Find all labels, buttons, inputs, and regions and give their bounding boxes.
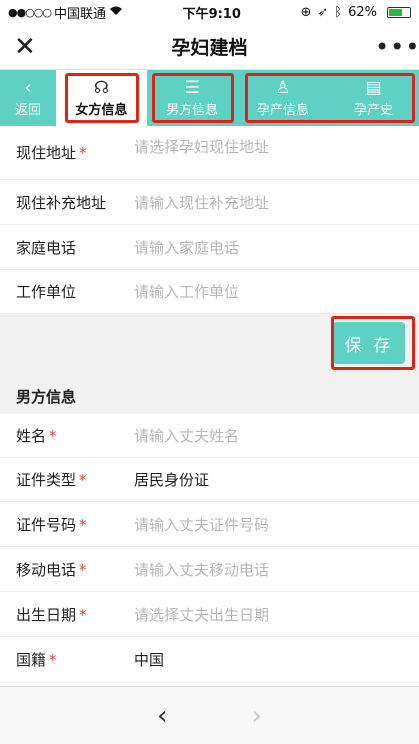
field-nationality[interactable]: 国籍 * 中国 (0, 637, 419, 683)
status-time: 下午9:10 (182, 6, 241, 22)
location-icon: ➶ (317, 4, 329, 20)
tab-label: 女方信息 (75, 102, 128, 118)
field-placeholder: 请输入丈夫移动电话 (134, 560, 270, 579)
field-id-type[interactable]: 证件类型 * 居民身份证 (0, 458, 419, 502)
field-placeholder: 请输入丈夫证件号码 (134, 515, 270, 534)
chevron-left-icon[interactable]: ‹ (157, 701, 167, 731)
tab-pregnancy-history[interactable]: ▤ 孕产史 (328, 70, 419, 126)
tab-label: 男方信息 (166, 102, 219, 118)
field-value: 中国 (134, 651, 165, 669)
field-label: 出生日期 * (16, 605, 87, 624)
tab-bar: ‹ 返回 ☊ 女方信息 ☰ 男方信息 ♙ 孕产信息 ▤ 孕产史 (0, 70, 419, 126)
page-title: 孕妇建档 (171, 37, 248, 59)
document-icon: ☰ (184, 77, 200, 98)
tab-label: 孕产史 (354, 102, 394, 118)
tab-label: 孕产信息 (256, 102, 309, 118)
field-home-phone[interactable]: 家庭电话 请输入家庭电话 (0, 225, 419, 270)
male-form: 姓名 * 请输入丈夫姓名 证件类型 * 居民身份证 证件号码 * 请输入丈夫证件号码 … (0, 414, 419, 683)
file-list-icon: ▤ (365, 77, 382, 98)
tab-female-info[interactable]: ☊ 女方信息 (56, 70, 147, 126)
status-right: ⊕ ➶ ᛒ 62% (300, 5, 411, 20)
nav-bar: ✕ 孕妇建档 ••• (0, 24, 419, 70)
chevron-left-icon: ‹ (24, 77, 32, 98)
field-label: 移动电话 * (16, 560, 87, 579)
field-current-address[interactable]: 现住地址 * 请选择孕妇现住地址 (0, 126, 419, 180)
tab-pregnancy-info[interactable]: ♙ 孕产信息 (238, 70, 329, 126)
field-label: 姓名 * (16, 427, 57, 445)
field-mobile-phone[interactable]: 移动电话 * 请输入丈夫移动电话 (0, 547, 419, 592)
field-value: 居民身份证 (134, 471, 210, 489)
field-placeholder: 请输入工作单位 (134, 283, 240, 301)
field-label: 证件类型 * (16, 471, 87, 489)
field-workplace[interactable]: 工作单位 请输入工作单位 (0, 270, 419, 314)
tab-back[interactable]: ‹ 返回 (0, 70, 56, 126)
bottom-toolbar: ‹ › (0, 686, 419, 744)
person-icon: ☊ (93, 77, 109, 98)
field-label: 工作单位 (16, 283, 77, 301)
field-husband-name[interactable]: 姓名 * 请输入丈夫姓名 (0, 414, 419, 458)
field-id-number[interactable]: 证件号码 * 请输入丈夫证件号码 (0, 502, 419, 547)
field-label: 现住补充地址 (16, 193, 107, 212)
field-placeholder: 请选择孕妇现住地址 (134, 138, 270, 156)
field-placeholder: 请选择丈夫出生日期 (134, 605, 270, 624)
close-icon[interactable]: ✕ (14, 32, 44, 62)
status-bar: ●●○○○ 中国联通 下午9:10 ⊕ ➶ ᛒ 62% (0, 0, 419, 24)
signal-icon: ●●○○○ (8, 5, 52, 19)
field-supplementary-address[interactable]: 现住补充地址 请输入现住补充地址 (0, 180, 419, 225)
save-area: 保 存 (0, 314, 419, 378)
save-button[interactable]: 保 存 (333, 322, 405, 364)
wifi-icon (109, 5, 123, 20)
more-icon[interactable]: ••• (375, 33, 419, 61)
lock-rotation-icon: ⊕ (300, 4, 312, 20)
person-outline-icon: ♙ (275, 77, 291, 98)
tab-label: 返回 (14, 102, 41, 118)
male-section-title: 男方信息 (0, 378, 419, 414)
field-placeholder: 请输入家庭电话 (134, 238, 240, 257)
tab-male-info[interactable]: ☰ 男方信息 (147, 70, 238, 126)
field-label: 现住地址 * (16, 144, 87, 162)
field-placeholder: 请输入丈夫姓名 (134, 427, 240, 445)
female-form: 现住地址 * 请选择孕妇现住地址 现住补充地址 请输入现住补充地址 家庭电话 请输… (0, 126, 419, 314)
field-placeholder: 请输入现住补充地址 (134, 193, 270, 212)
field-label: 证件号码 * (16, 515, 87, 534)
field-label: 家庭电话 (16, 238, 77, 257)
battery-percent: 62% (348, 4, 377, 20)
chevron-right-icon[interactable]: › (252, 701, 262, 731)
bluetooth-icon: ᛒ (334, 4, 343, 20)
field-label: 国籍 * (16, 651, 57, 669)
carrier-label: 中国联通 (54, 6, 107, 22)
field-birth-date[interactable]: 出生日期 * 请选择丈夫出生日期 (0, 592, 419, 637)
status-left: ●●○○○ 中国联通 (8, 3, 123, 22)
battery-icon (386, 6, 411, 18)
